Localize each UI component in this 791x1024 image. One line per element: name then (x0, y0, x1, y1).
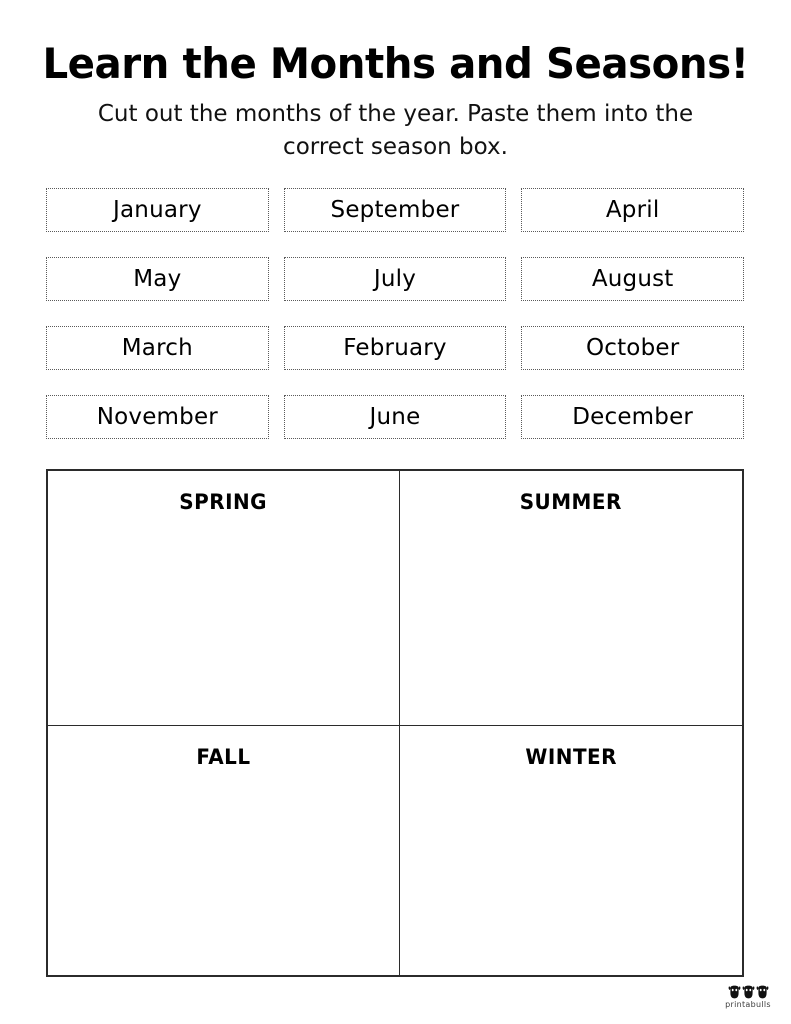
month-card-label: April (605, 197, 660, 223)
season-box-spring[interactable]: SPRING (48, 471, 400, 726)
season-title: FALL (196, 745, 251, 769)
month-card[interactable]: June (283, 395, 507, 439)
month-card[interactable]: October (521, 326, 744, 370)
month-card[interactable]: December (521, 395, 744, 439)
season-box-fall[interactable]: FALL (48, 726, 400, 975)
month-card[interactable]: July (283, 257, 507, 301)
month-card-label: November (96, 404, 218, 430)
month-card[interactable]: August (521, 257, 744, 301)
month-card-label: October (585, 335, 680, 361)
month-card[interactable]: April (521, 188, 744, 232)
bull-head-icon (728, 985, 741, 999)
month-card-label: July (373, 266, 417, 292)
month-card-label: March (121, 335, 193, 361)
month-card-label: February (343, 335, 447, 361)
month-card[interactable]: November (46, 395, 269, 439)
month-card-label: September (330, 197, 460, 223)
month-card[interactable]: January (46, 188, 269, 232)
season-box-summer[interactable]: SUMMER (400, 471, 742, 726)
bull-icons-group (716, 984, 780, 999)
month-card[interactable]: September (283, 188, 507, 232)
brand-name-text: printabulls (725, 1000, 771, 1009)
seasons-sorting-grid: SPRING SUMMER FALL WINTER (46, 469, 744, 977)
bull-head-icon (742, 985, 755, 999)
season-title: SUMMER (519, 490, 623, 514)
month-card-label: January (113, 197, 202, 223)
bull-head-icon (756, 985, 769, 999)
month-card[interactable]: May (46, 257, 269, 301)
month-card-label: December (572, 404, 694, 430)
worksheet-page: Learn the Months and Seasons! Cut out th… (0, 0, 791, 1024)
instructions-text: Cut out the months of the year. Paste th… (97, 101, 694, 160)
month-card[interactable]: February (283, 326, 507, 370)
page-title: Learn the Months and Seasons! (42, 39, 749, 88)
month-card[interactable]: March (46, 326, 269, 370)
month-card-label: August (591, 266, 674, 292)
month-card-label: June (369, 404, 421, 430)
season-title: SPRING (179, 490, 268, 514)
month-cards-grid: January September April May July August … (46, 188, 744, 439)
month-card-label: May (133, 266, 182, 292)
brand-logo: printabulls (716, 984, 780, 1010)
worksheet-header: Learn the Months and Seasons! Cut out th… (0, 38, 791, 164)
season-title: WINTER (525, 745, 617, 769)
season-box-winter[interactable]: WINTER (400, 726, 742, 975)
